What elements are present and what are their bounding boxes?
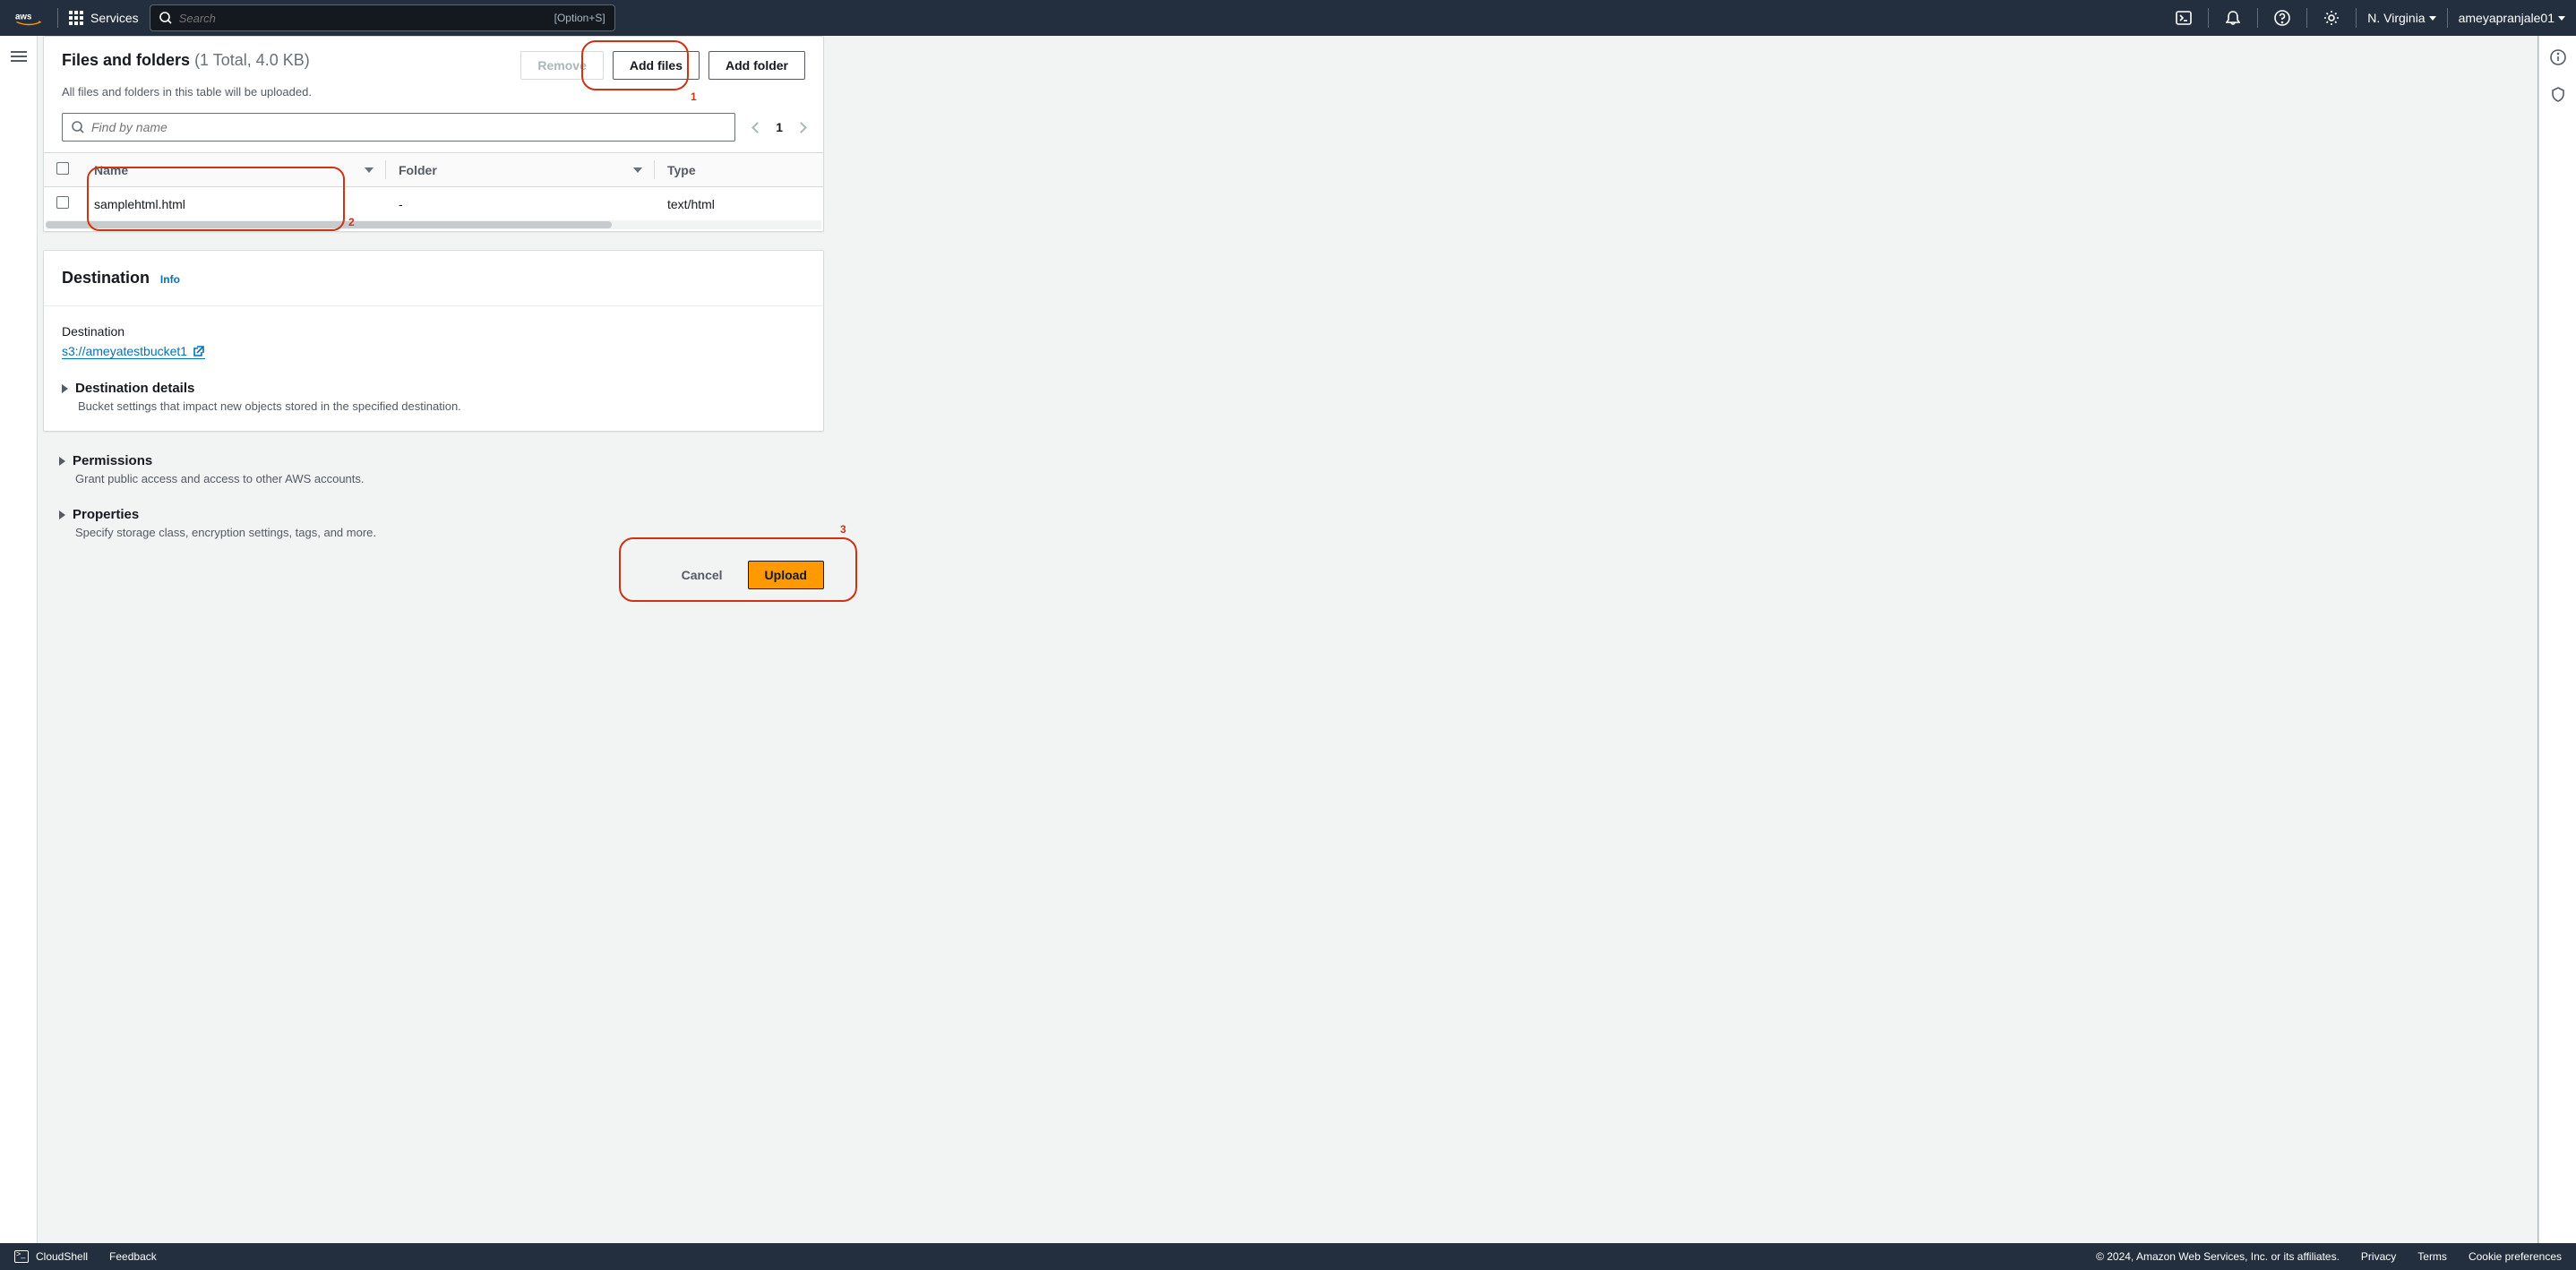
security-rail-icon[interactable]: [2549, 85, 2567, 106]
svg-text:aws: aws: [15, 13, 32, 22]
terms-link[interactable]: Terms: [2417, 1250, 2447, 1263]
footer: CloudShell Feedback © 2024, Amazon Web S…: [0, 1243, 2576, 1270]
cloudshell-icon[interactable]: [2170, 4, 2197, 31]
add-files-button[interactable]: Add files: [613, 51, 700, 80]
destination-card: Destination Info Destination s3://ameyat…: [43, 250, 824, 432]
upload-button[interactable]: Upload: [748, 561, 824, 589]
help-icon[interactable]: [2269, 4, 2296, 31]
cell-folder: -: [386, 187, 655, 221]
services-menu[interactable]: Services: [69, 11, 139, 25]
search-icon: [159, 12, 172, 24]
row-checkbox[interactable]: [56, 196, 69, 209]
remove-button[interactable]: Remove: [520, 51, 603, 80]
properties-desc: Specify storage class, encryption settin…: [75, 526, 2537, 539]
horizontal-scrollbar[interactable]: [46, 220, 821, 229]
destination-details-expander[interactable]: Destination details: [62, 381, 805, 396]
sort-icon: [365, 167, 374, 173]
next-page-icon[interactable]: [795, 122, 807, 133]
col-type[interactable]: Type: [655, 153, 823, 187]
top-nav: aws Services [Option+S] N. Virginia amey…: [0, 0, 2576, 36]
cell-type: text/html: [655, 187, 823, 221]
sort-icon: [633, 167, 642, 173]
files-folders-card: Files and folders (1 Total, 4.0 KB) Remo…: [43, 36, 824, 232]
destination-details-desc: Bucket settings that impact new objects …: [78, 399, 805, 413]
files-table: Name Folder Type samplehtml.html - text/…: [44, 152, 823, 220]
add-folder-button[interactable]: Add folder: [708, 51, 805, 80]
search-icon: [72, 121, 84, 133]
properties-expander[interactable]: Properties: [59, 507, 2537, 522]
page-number: 1: [776, 120, 783, 134]
hamburger-icon[interactable]: [11, 48, 27, 64]
files-card-description: All files and folders in this table will…: [44, 80, 823, 113]
right-rail: [2538, 36, 2576, 1243]
prev-page-icon[interactable]: [751, 122, 763, 133]
permissions-desc: Grant public access and access to other …: [75, 472, 2537, 485]
feedback-link[interactable]: Feedback: [109, 1250, 157, 1263]
cancel-button[interactable]: Cancel: [665, 561, 739, 589]
destination-link[interactable]: s3://ameyatestbucket1: [62, 344, 205, 359]
aws-logo[interactable]: aws: [11, 10, 47, 26]
chevron-down-icon: [2558, 16, 2565, 21]
global-search[interactable]: [Option+S]: [150, 4, 615, 31]
main-content: Files and folders (1 Total, 4.0 KB) Remo…: [38, 36, 2538, 1243]
cookie-prefs-link[interactable]: Cookie preferences: [2469, 1250, 2562, 1263]
notifications-icon[interactable]: [2220, 4, 2246, 31]
col-folder[interactable]: Folder: [386, 153, 655, 187]
left-rail: [0, 36, 38, 1243]
apps-grid-icon: [69, 11, 83, 25]
find-by-name-input[interactable]: [62, 113, 735, 142]
pagination: 1: [753, 120, 805, 134]
external-link-icon: [193, 345, 205, 357]
table-row[interactable]: samplehtml.html - text/html: [44, 187, 823, 221]
settings-icon[interactable]: [2318, 4, 2345, 31]
files-counter: (1 Total, 4.0 KB): [194, 51, 310, 69]
info-rail-icon[interactable]: [2549, 48, 2567, 69]
files-folders-title: Files and folders (1 Total, 4.0 KB): [62, 51, 310, 70]
callout-label-3: 3: [840, 523, 846, 536]
caret-right-icon: [59, 457, 65, 466]
caret-right-icon: [62, 384, 68, 393]
info-link[interactable]: Info: [160, 273, 180, 286]
callout-label-2: 2: [348, 216, 355, 228]
cell-name: samplehtml.html: [82, 187, 386, 221]
chevron-down-icon: [2429, 16, 2436, 21]
destination-label: Destination: [62, 324, 805, 339]
copyright-text: © 2024, Amazon Web Services, Inc. or its…: [2096, 1250, 2340, 1263]
caret-right-icon: [59, 511, 65, 519]
privacy-link[interactable]: Privacy: [2361, 1250, 2396, 1263]
search-shortcut-hint: [Option+S]: [554, 12, 605, 24]
col-name[interactable]: Name: [82, 153, 386, 187]
destination-title: Destination: [62, 269, 150, 287]
search-input[interactable]: [179, 12, 547, 25]
permissions-expander[interactable]: Permissions: [59, 453, 2537, 468]
callout-label-1: 1: [691, 90, 697, 103]
cloudshell-button[interactable]: CloudShell: [14, 1250, 88, 1263]
account-menu[interactable]: ameyapranjale01: [2459, 11, 2565, 25]
services-label: Services: [90, 11, 139, 25]
region-selector[interactable]: N. Virginia: [2367, 11, 2435, 25]
select-all-checkbox[interactable]: [56, 162, 69, 175]
